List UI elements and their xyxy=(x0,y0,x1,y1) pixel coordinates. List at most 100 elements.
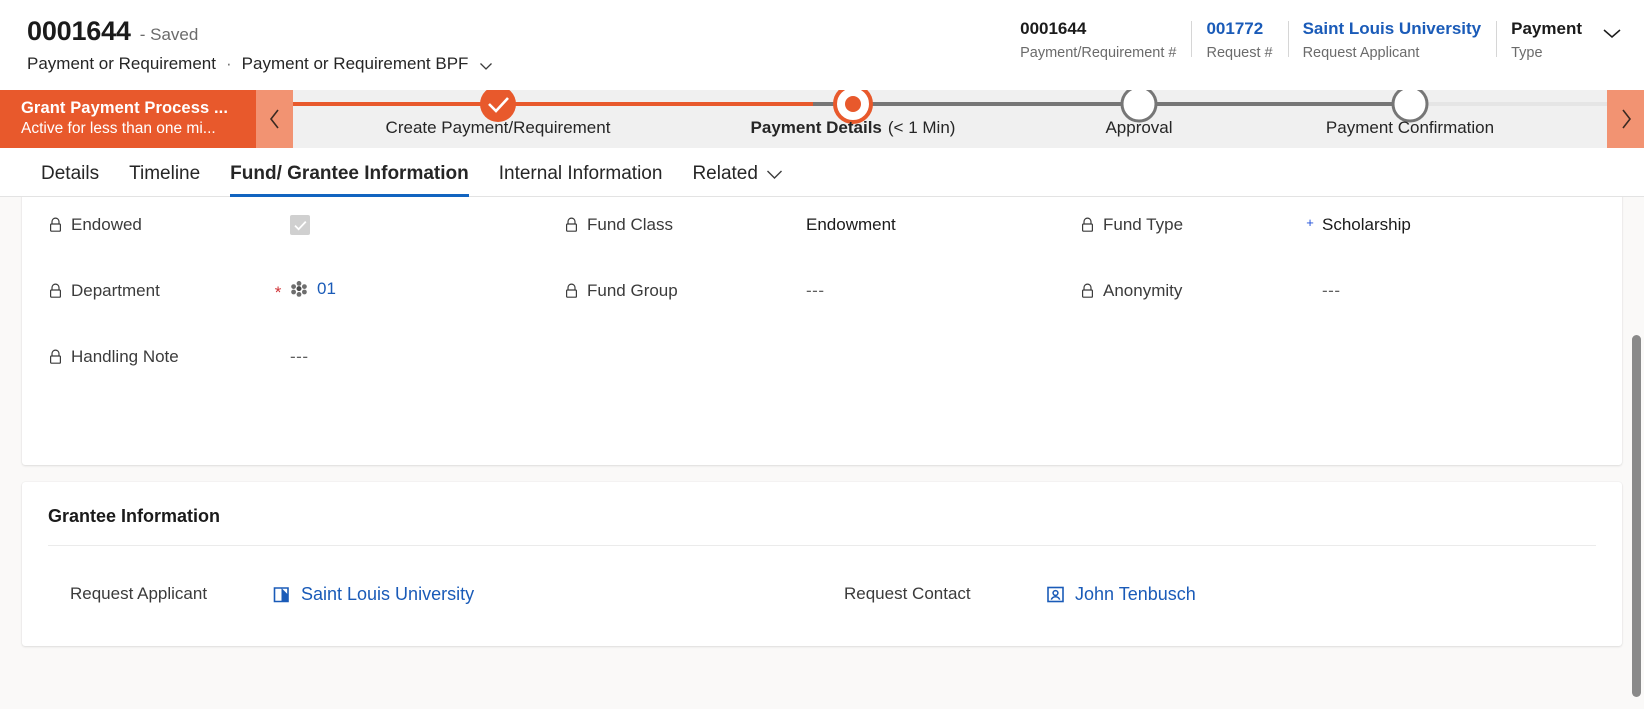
field-request-applicant[interactable]: Request Applicant Saint Louis University xyxy=(48,568,822,620)
bpf-process-name: Grant Payment Process ... xyxy=(21,99,229,117)
quick-field-label: Request # xyxy=(1206,45,1273,61)
quick-field-request-applicant[interactable]: Saint Louis University Request Applicant xyxy=(1287,18,1497,61)
field-label: Anonymity xyxy=(1103,281,1183,300)
header-quick-fields: 0001644 Payment/Requirement # 001772 Req… xyxy=(1005,18,1630,61)
team-icon xyxy=(290,280,308,298)
quick-field-value[interactable]: Saint Louis University xyxy=(1303,18,1482,40)
field-value: Endowment xyxy=(806,215,896,234)
quick-field-value: 0001644 xyxy=(1020,19,1087,38)
field-fund-class[interactable]: Fund Class Endowment xyxy=(564,203,1080,269)
chevron-down-icon xyxy=(1603,29,1621,38)
field-value[interactable]: John Tenbusch xyxy=(1075,584,1196,605)
bpf-stage-approval[interactable]: Approval xyxy=(1105,118,1172,138)
grantee-section-title: Grantee Information xyxy=(48,506,221,526)
bpf-stage-payment-details[interactable]: Payment Details (< 1 Min) xyxy=(751,118,956,138)
vertical-scrollbar[interactable] xyxy=(1632,335,1641,697)
field-value[interactable]: Saint Louis University xyxy=(301,584,474,605)
lock-icon xyxy=(564,217,579,233)
bpf-stage-payment-confirmation[interactable]: Payment Confirmation xyxy=(1326,118,1494,138)
field-label: Request Contact xyxy=(844,584,971,603)
required-indicator xyxy=(786,269,802,283)
required-indicator xyxy=(1302,269,1318,283)
quick-field-label: Type xyxy=(1511,45,1543,61)
field-value[interactable]: 01 xyxy=(317,279,336,299)
recommended-indicator: + xyxy=(1306,215,1314,230)
grantee-information-card: Grantee Information Request Applicant Sa… xyxy=(22,482,1622,646)
field-label: Fund Class xyxy=(587,215,673,234)
field-label: Endowed xyxy=(71,215,142,234)
chevron-left-icon xyxy=(269,109,279,129)
tab-label: Related xyxy=(692,163,758,184)
tab-timeline[interactable]: Timeline xyxy=(114,163,215,196)
account-icon xyxy=(272,585,291,604)
bpf-stage-create-payment-requirement[interactable]: Create Payment/Requirement xyxy=(386,118,611,138)
bpf-next-button[interactable] xyxy=(1607,90,1644,148)
bpf-stage-label: Approval xyxy=(1105,118,1173,137)
field-handling-note[interactable]: Handling Note --- xyxy=(48,335,564,401)
tab-label: Timeline xyxy=(129,163,201,184)
section-divider xyxy=(48,545,1596,546)
chevron-right-icon xyxy=(1621,109,1631,129)
required-indicator: * xyxy=(274,283,282,302)
bpf-process-duration: Active for less than one mi... xyxy=(21,120,216,137)
field-value: --- xyxy=(806,281,825,300)
quick-field-value[interactable]: 001772 xyxy=(1206,18,1272,40)
quick-field-label: Payment/Requirement # xyxy=(1020,45,1177,61)
endowed-checkbox xyxy=(290,215,310,235)
field-fund-group[interactable]: Fund Group --- xyxy=(564,269,1080,335)
field-anonymity[interactable]: Anonymity --- xyxy=(1080,269,1596,335)
quick-field-type: Payment Type xyxy=(1496,18,1588,61)
bpf-stage-track: Create Payment/Requirement Payment Detai… xyxy=(293,90,1607,148)
tab-fund-grantee-information[interactable]: Fund/ Grantee Information xyxy=(215,163,484,197)
record-header: 0001644 - Saved Payment or Requirement ·… xyxy=(0,0,1644,90)
fund-information-card: Fund Name James Smith Memorial Sch... Fo… xyxy=(22,197,1622,465)
bpf-previous-button[interactable] xyxy=(256,90,293,148)
fund-clipped-row: Fund Name James Smith Memorial Sch... Fo… xyxy=(22,197,1622,203)
quick-field-request-number[interactable]: 001772 Request # xyxy=(1191,18,1287,61)
field-label: Handling Note xyxy=(71,347,179,366)
app-root: 0001644 - Saved Payment or Requirement ·… xyxy=(0,0,1644,709)
field-department[interactable]: Department * 01 xyxy=(48,269,564,335)
bpf-stage-label: Create Payment/Requirement xyxy=(385,118,611,137)
form-body: Fund Name James Smith Memorial Sch... Fo… xyxy=(0,197,1644,709)
tab-details[interactable]: Details xyxy=(26,163,114,196)
field-label: Fund Group xyxy=(587,281,678,300)
tab-label: Internal Information xyxy=(498,163,663,184)
field-endowed[interactable]: Endowed xyxy=(48,203,564,269)
bpf-active-stage-tag[interactable]: Grant Payment Process ... Active for les… xyxy=(0,90,256,148)
quick-field-payment-requirement-number: 0001644 Payment/Requirement # xyxy=(1005,18,1191,61)
lock-icon xyxy=(1080,283,1095,299)
record-id: 0001644 xyxy=(27,16,131,46)
bpf-stage-label: Payment Details xyxy=(750,118,882,137)
tab-related[interactable]: Related xyxy=(677,163,798,196)
fund-row-2: Department * 01 Fund Group --- Anonymity… xyxy=(22,269,1622,335)
field-request-contact[interactable]: Request Contact John Tenbusch xyxy=(822,568,1596,620)
contact-icon xyxy=(1046,585,1065,604)
chevron-down-icon[interactable] xyxy=(478,58,494,74)
field-label: Department xyxy=(71,281,160,300)
field-value: --- xyxy=(290,347,309,366)
checkmark-icon xyxy=(293,220,306,230)
field-fund-type[interactable]: Fund Type + Scholarship xyxy=(1080,203,1596,269)
tab-label: Fund/ Grantee Information xyxy=(230,163,469,184)
lock-icon xyxy=(1080,217,1095,233)
grantee-field-row: Request Applicant Saint Louis University… xyxy=(22,568,1622,620)
breadcrumb-separator: · xyxy=(225,54,232,73)
field-empty-slot xyxy=(1080,335,1596,401)
tab-internal-information[interactable]: Internal Information xyxy=(484,163,678,196)
quick-field-label: Request Applicant xyxy=(1302,45,1420,61)
quick-field-value: Payment xyxy=(1511,19,1582,38)
field-empty-slot xyxy=(564,335,1080,401)
record-title-block: 0001644 - Saved Payment or Requirement ·… xyxy=(27,16,494,74)
bpf-name: Payment or Requirement BPF xyxy=(241,54,469,73)
fund-row-3: Handling Note --- xyxy=(22,335,1622,401)
required-indicator xyxy=(270,203,286,217)
lock-icon xyxy=(48,349,63,365)
fund-row-1: Endowed Fund Class Endowment Fund Type +… xyxy=(22,203,1622,269)
field-value: Scholarship xyxy=(1322,215,1411,234)
required-indicator xyxy=(786,203,802,217)
bpf-stage-duration: (< 1 Min) xyxy=(887,118,956,137)
tab-label: Details xyxy=(41,163,100,184)
header-expand-button[interactable] xyxy=(1594,20,1630,46)
lock-icon xyxy=(48,217,63,233)
